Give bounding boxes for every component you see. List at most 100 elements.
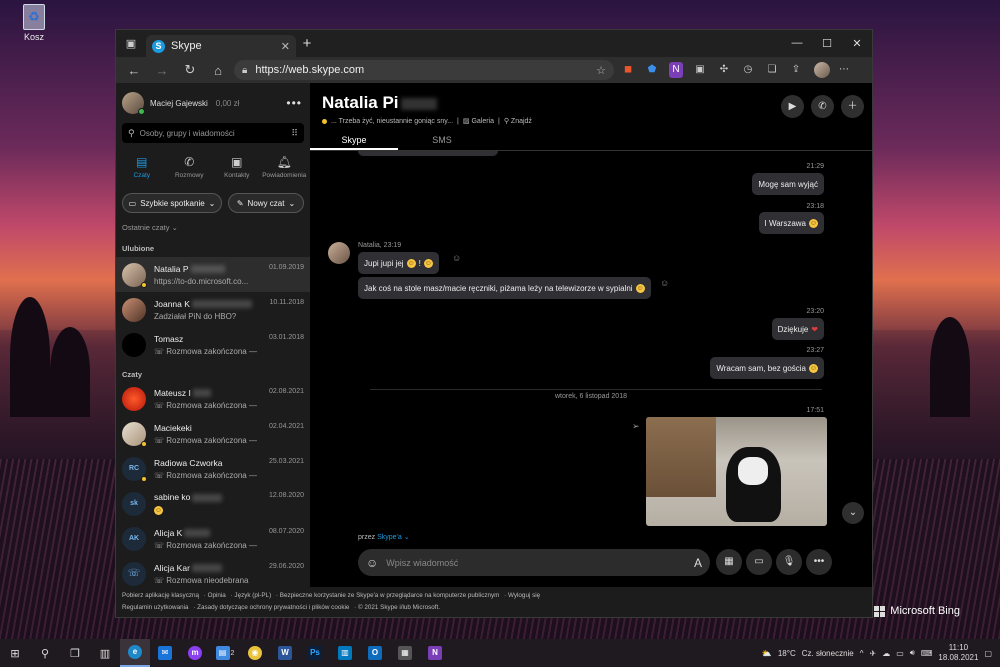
video-call-button[interactable]: ▶	[781, 95, 804, 118]
search-input[interactable]: ⚲ Osoby, grupy i wiadomości ⠿	[122, 123, 304, 143]
word-icon[interactable]: W	[270, 639, 300, 667]
chat-item[interactable]: AK Alicja K 08.07.2020 ☏ Rozmowa zakończo…	[116, 521, 310, 556]
trello-icon[interactable]: ▥	[330, 639, 360, 667]
photoshop-icon[interactable]: Ps	[300, 639, 330, 667]
attach-media-button[interactable]: ▦	[716, 549, 742, 575]
extension-office-icon[interactable]: ◼	[618, 62, 638, 78]
gallery-link[interactable]: ▨ Galeria	[463, 117, 494, 125]
onedrive-icon[interactable]: ☁	[882, 649, 890, 658]
chat-item[interactable]: Maciekeki 02.04.2021 ☏ Rozmowa zakończona…	[116, 416, 310, 451]
keyboard-icon[interactable]: ⌨	[921, 649, 933, 658]
onenote-icon[interactable]: N	[420, 639, 450, 667]
more-menu-icon[interactable]: ⋯	[834, 62, 854, 78]
send-contact-button[interactable]: ▭	[746, 549, 772, 575]
temperature[interactable]: 18°C	[778, 649, 796, 658]
messenger-icon[interactable]: m	[180, 639, 210, 667]
chat-item[interactable]: Joanna K 10.11.2018 Zadziałał PiN do HBO?	[116, 292, 310, 327]
message-bubble[interactable]: Jak coś na stole masz/macie ręczniki, pi…	[358, 277, 651, 299]
task-view-icon[interactable]: ❐	[60, 639, 90, 667]
home-button[interactable]: ⌂	[206, 63, 230, 78]
message-bubble[interactable]: Jupi jupi jej ☺! ☺	[358, 252, 439, 274]
find-link[interactable]: ⚲ Znajdź	[504, 117, 532, 125]
chat-item[interactable]: Natalia P 01.09.2019 https://to-do.micros…	[116, 257, 310, 292]
extension-box-icon[interactable]: ▣	[690, 62, 710, 78]
message-input[interactable]: ☺ Wpisz wiadomość A	[358, 549, 710, 576]
calculator-icon[interactable]: ▦	[390, 639, 420, 667]
more-actions-button[interactable]: •••	[806, 549, 832, 575]
add-reaction-icon[interactable]: ☺	[452, 253, 461, 263]
minimize-button[interactable]: —	[782, 37, 812, 50]
nav-tab-contacts[interactable]: ▣ Kontakty	[214, 155, 260, 179]
files-icon[interactable]: ▤ 2	[210, 639, 240, 667]
message-bubble[interactable]: Dziękuje ❤	[771, 318, 824, 340]
edge-browser-icon[interactable]: e	[120, 639, 150, 667]
recent-chats-dropdown[interactable]: Ostatnie czaty ⌄	[116, 213, 310, 232]
chat-item[interactable]: RC Radiowa Czworka 25.03.2021 ☏ Rozmowa z…	[116, 451, 310, 486]
add-reaction-icon[interactable]: ☺	[660, 278, 669, 288]
footer-link[interactable]: Regulamin użytkowania	[122, 604, 189, 611]
footer-link[interactable]: Pobierz aplikację klasyczną	[122, 592, 199, 599]
weather-text[interactable]: Cz. słonecznie	[802, 649, 854, 658]
address-bar[interactable]: 🔒︎ https://web.skype.com ☆	[234, 60, 614, 80]
chat-item[interactable]: ☏ Alicja Kar 29.06.2020 ☏ Rozmowa nieodeb…	[116, 556, 310, 591]
telegram-icon[interactable]: ✈	[870, 649, 877, 658]
voice-message-button[interactable]: 🎙︎	[776, 549, 802, 575]
extensions-icon[interactable]: ✣	[714, 62, 734, 78]
meet-now-button[interactable]: ▭ Szybkie spotkanie ⌄	[122, 193, 222, 213]
emoji-picker-icon[interactable]: ☺	[366, 556, 378, 570]
add-people-button[interactable]: ＋	[841, 95, 864, 118]
refresh-button[interactable]: ↻	[178, 62, 202, 78]
message-bubble[interactable]: I Warszawa ☺	[758, 212, 824, 234]
network-icon[interactable]: ▭	[896, 649, 904, 658]
new-chat-button[interactable]: ✎ Nowy czat ⌄	[228, 193, 304, 213]
volume-icon[interactable]: 🔊︎	[910, 648, 915, 658]
format-text-icon[interactable]: A	[694, 556, 702, 570]
start-button[interactable]: ⊞	[0, 639, 30, 667]
footer-link[interactable]: Bezpieczne korzystanie ze Skype'a w prze…	[280, 592, 500, 599]
scroll-down-button[interactable]: ⌄	[842, 502, 864, 524]
tab-skype[interactable]: S Skype ✕	[146, 35, 296, 57]
widgets-icon[interactable]: ▥	[90, 639, 120, 667]
maximize-button[interactable]: ☐	[812, 37, 842, 50]
close-window-button[interactable]: ✕	[842, 37, 872, 50]
contact-name[interactable]: Natalia Pi	[322, 93, 860, 113]
mail-icon[interactable]: ✉	[150, 639, 180, 667]
back-button[interactable]: ←	[122, 63, 146, 78]
message-bubble[interactable]: Mogę sam wyjąć	[752, 173, 824, 195]
notifications-icon[interactable]: ▢	[984, 649, 992, 658]
message-bubble[interactable]: Wracam sam, bez gościa ☺	[710, 357, 824, 379]
collections-icon[interactable]: ❏	[762, 62, 782, 78]
footer-link[interactable]: Opinia	[208, 592, 226, 599]
extension-onenote-icon[interactable]: N	[669, 62, 683, 78]
profile-avatar[interactable]	[814, 62, 830, 78]
share-icon[interactable]: ⇪	[786, 62, 806, 78]
recycle-bin[interactable]: ♻ Kosz	[14, 4, 54, 42]
nav-tab-notifications[interactable]: 🔔︎ Powiadomienia	[261, 155, 307, 179]
footer-link[interactable]: Wyloguj się	[508, 592, 540, 599]
audio-call-button[interactable]: ✆	[811, 95, 834, 118]
favorite-star-icon[interactable]: ☆	[596, 64, 606, 77]
close-tab-icon[interactable]: ✕	[281, 40, 290, 53]
chat-item[interactable]: sk sabine ko 12.08.2020 ☺	[116, 486, 310, 521]
chrome-icon[interactable]: ◉	[240, 639, 270, 667]
tab-skype[interactable]: Skype	[310, 131, 398, 150]
chat-item[interactable]: Tomasz 03.01.2018 ☏ Rozmowa zakończona —	[116, 327, 310, 362]
via-link[interactable]: Skype'a	[377, 534, 402, 541]
search-icon[interactable]: ⚲	[30, 639, 60, 667]
user-profile[interactable]: Maciej Gajewski 0,00 zł •••	[116, 83, 310, 115]
nav-tab-chats[interactable]: ▤ Czaty	[119, 155, 165, 179]
extension-shield-icon[interactable]: ⬟	[642, 62, 662, 78]
outlook-icon[interactable]: O	[360, 639, 390, 667]
forward-button[interactable]: →	[150, 63, 174, 78]
footer-link[interactable]: Zasady dotyczące ochrony prywatności i p…	[197, 604, 349, 611]
tab-sms[interactable]: SMS	[398, 131, 486, 150]
nav-tab-calls[interactable]: ✆ Rozmowy	[166, 155, 212, 179]
footer-link[interactable]: Język (pl-PL)	[234, 592, 271, 599]
chevron-up-icon[interactable]: ^	[860, 649, 864, 658]
dialpad-icon[interactable]: ⠿	[291, 128, 298, 139]
more-options-icon[interactable]: •••	[286, 96, 302, 110]
new-tab-button[interactable]: +	[296, 35, 318, 52]
shared-photo[interactable]	[646, 417, 827, 526]
clock[interactable]: 11:10 18.08.2021	[938, 643, 978, 663]
history-icon[interactable]: ◷	[738, 62, 758, 78]
